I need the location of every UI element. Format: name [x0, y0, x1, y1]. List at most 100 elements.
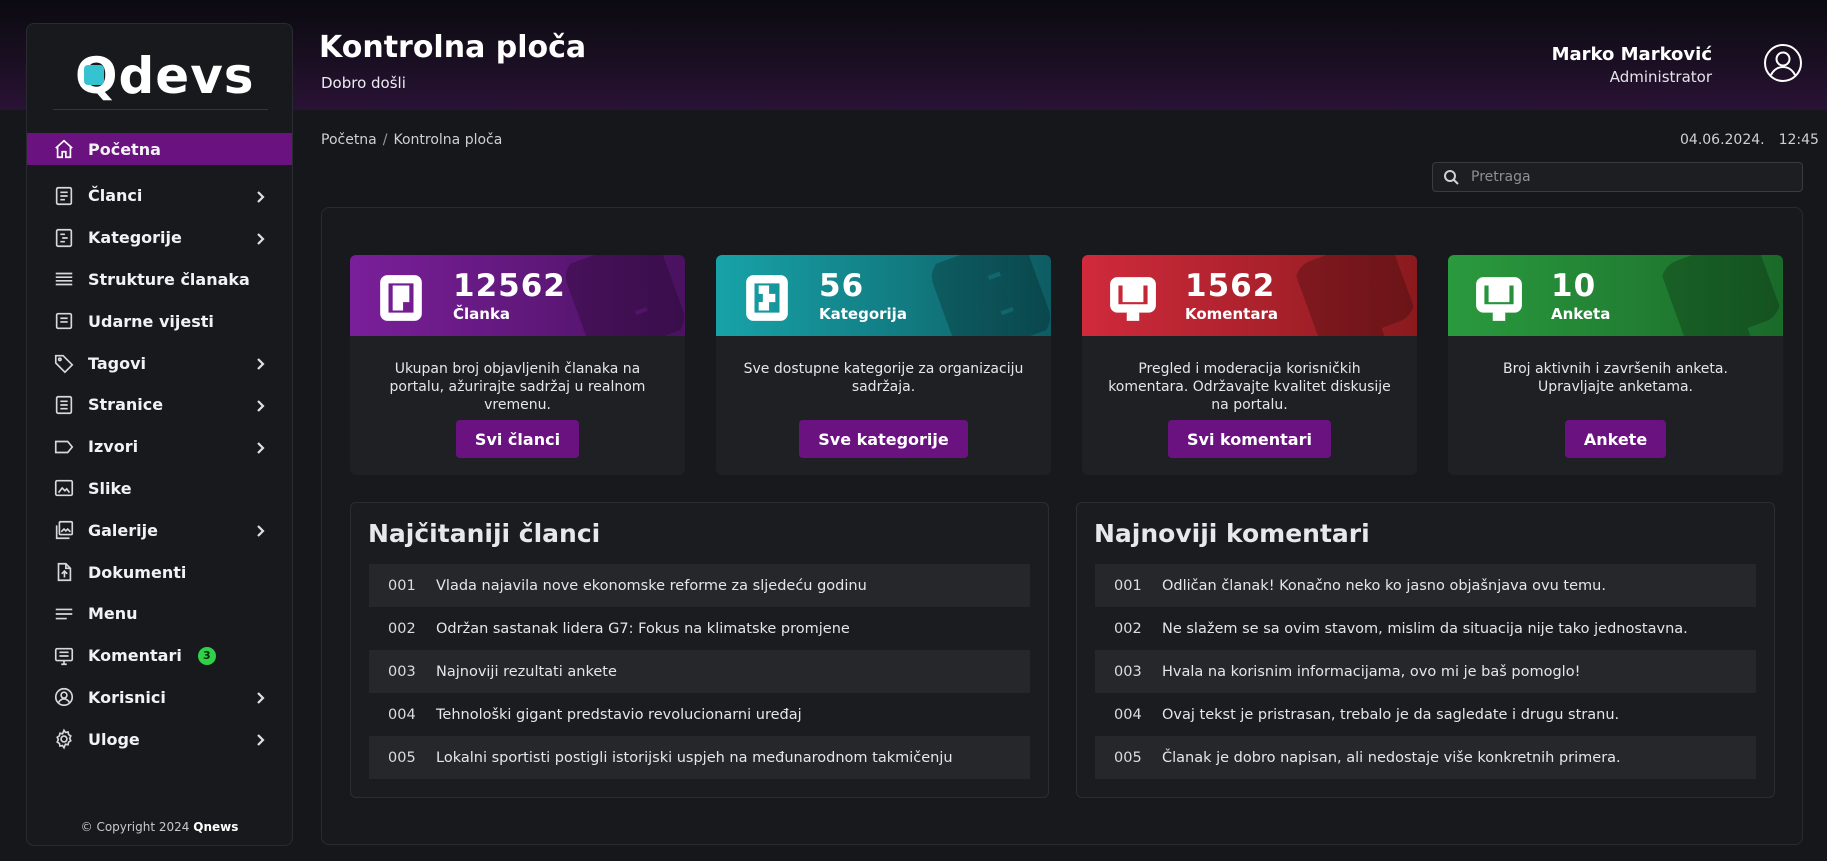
sidebar-item-label: Udarne vijesti [88, 311, 214, 331]
list-item-number: 003 [1114, 663, 1142, 680]
comment-icon [1293, 255, 1417, 336]
latest-comments-title: Najnoviji komentari [1094, 519, 1370, 548]
breadcrumb-separator: / [382, 132, 388, 148]
latest-comments: Najnoviji komentari 001 Odličan članak! K… [1076, 502, 1775, 798]
stat-card-button-comments[interactable]: Svi komentari [1168, 420, 1331, 458]
breadcrumb-home[interactable]: Početna [321, 132, 377, 148]
stat-card-articles: 12562 Članka Ukupan broj objavljenih člana… [350, 255, 685, 475]
sidebar-item-menu[interactable]: Menu [27, 593, 292, 635]
news-icon [52, 309, 76, 333]
article-icon [376, 273, 426, 323]
stat-card-header: 12562 Članka [350, 255, 685, 336]
chevron-right-icon [253, 523, 267, 538]
stat-card-button-categories[interactable]: Sve kategorije [799, 420, 968, 458]
list-item[interactable]: 005 Lokalni sportisti postigli istorijski… [369, 736, 1030, 779]
gallery-icon [52, 518, 76, 542]
search-input[interactable] [1471, 169, 1771, 185]
latest-comments-list: 001 Odličan članak! Konačno neko ko jasno… [1095, 564, 1756, 779]
sidebar-item-label: Galerije [88, 520, 158, 540]
article-icon [52, 184, 76, 208]
sidebar-item-slike[interactable]: Slike [27, 468, 292, 510]
chevron-right-icon [253, 398, 267, 412]
sidebar-item-pocetna[interactable]: Početna [27, 133, 292, 165]
stat-card-description: Pregled i moderacija korisničkih komenta… [1108, 361, 1391, 413]
list-item-number: 002 [1114, 620, 1142, 637]
comment-icon [52, 644, 76, 668]
stat-card-number: 12562 [453, 268, 566, 304]
sidebar-item-korisnici[interactable]: Korisnici [27, 677, 292, 719]
list-item-text: Lokalni sportisti postigli istorijski us… [436, 749, 953, 766]
sidebar-item-label: Kategorije [88, 228, 182, 248]
stat-card-description: Ukupan broj objavljenih članaka na porta… [389, 361, 646, 413]
list-item[interactable]: 005 Članak je dobro napisan, ali nedostaj… [1095, 736, 1756, 779]
list-item[interactable]: 004 Tehnološki gigant predstavio revoluci… [369, 693, 1030, 736]
sidebar-item-komentari[interactable]: Komentari 3 [27, 635, 292, 677]
stat-card-number: 1562 [1185, 268, 1276, 304]
sidebar-item-label: Korisnici [88, 687, 166, 707]
list-item[interactable]: 001 Odličan članak! Konačno neko ko jasno… [1095, 564, 1756, 607]
article-icon [561, 255, 685, 336]
list-item[interactable]: 002 Ne slažem se sa ovim stavom, mislim d… [1095, 607, 1756, 650]
list-item-text: Tehnološki gigant predstavio revoluciona… [436, 706, 802, 723]
sidebar-item-galerije[interactable]: Galerije [27, 509, 292, 551]
stat-card-number: 10 [1551, 268, 1597, 304]
list-item-number: 005 [388, 749, 416, 766]
sidebar-item-label: Početna [88, 139, 161, 159]
sidebar-item-kategorije[interactable]: Kategorije [27, 217, 292, 259]
sidebar-item-label: Slike [88, 478, 132, 498]
menu-icon [52, 602, 76, 626]
stat-card-comments: 1562 Komentara Pregled i moderacija korisn… [1082, 255, 1417, 475]
list-item[interactable]: 002 Održan sastanak lidera G7: Fokus na k… [369, 607, 1030, 650]
popular-articles-list: 001 Vlada najavila nove ekonomske reforme… [369, 564, 1030, 779]
sidebar-item-clanci[interactable]: Članci [27, 175, 292, 217]
gear-icon [52, 727, 76, 751]
list-item-number: 004 [1114, 706, 1142, 723]
stat-card-button-articles[interactable]: Svi članci [455, 420, 580, 458]
stat-card-number: 56 [819, 268, 865, 304]
sidebar-item-label: Dokumenti [88, 562, 187, 582]
user-info[interactable]: Marko Marković Administrator [1552, 44, 1712, 86]
list-item[interactable]: 003 Najnoviji rezultati ankete [369, 650, 1030, 693]
datetime: 04.06.2024. 12:45 [1680, 132, 1819, 148]
sidebar-item-stranice[interactable]: Stranice [27, 384, 292, 426]
sidebar-item-uloge[interactable]: Uloge [27, 718, 292, 760]
chevron-right-icon [253, 732, 267, 747]
stat-card-button-polls[interactable]: Ankete [1564, 420, 1667, 458]
sidebar-item-label: Komentari [88, 646, 182, 666]
logo-divider [53, 109, 268, 110]
list-item-text: Ovaj tekst je pristrasan, trebalo je da … [1162, 706, 1620, 723]
stat-card-label: Kategorija [819, 305, 907, 323]
sidebar-item-strukture-clanaka[interactable]: Strukture članaka [27, 259, 292, 301]
tag-icon [52, 351, 76, 375]
comments-count-badge: 3 [197, 646, 216, 665]
list-item[interactable]: 003 Hvala na korisnim informacijama, ovo … [1095, 650, 1756, 693]
popular-articles: Najčitaniji članci 001 Vlada najavila nov… [350, 502, 1049, 798]
list-item-number: 001 [388, 577, 416, 594]
list-item-text: Članak je dobro napisan, ali nedostaje v… [1162, 749, 1621, 766]
list-item[interactable]: 004 Ovaj tekst je pristrasan, trebalo je … [1095, 693, 1756, 736]
document-icon [52, 560, 76, 584]
dashboard-panel: 12562 Članka Ukupan broj objavljenih člana… [321, 207, 1803, 845]
stat-card-categories: 56 Kategorija Sve dostupne kategorije za o… [716, 255, 1051, 475]
sidebar-item-label: Menu [88, 604, 138, 624]
sidebar-item-udarne-vijesti[interactable]: Udarne vijesti [27, 300, 292, 342]
popular-articles-title: Najčitaniji članci [368, 519, 601, 548]
sidebar: Qdevs Početna Članci Kategorije Strukture č… [26, 23, 293, 846]
current-time: 12:45 [1778, 132, 1819, 148]
brand-logo[interactable]: Qdevs [75, 48, 254, 104]
list-item[interactable]: 001 Vlada najavila nove ekonomske reforme… [369, 564, 1030, 607]
comment-icon [1108, 273, 1158, 323]
sidebar-item-label: Članci [88, 186, 143, 206]
category-icon [927, 255, 1051, 336]
sidebar-nav: Početna Članci Kategorije Strukture članaka… [27, 133, 292, 760]
list-item-number: 005 [1114, 749, 1142, 766]
category-icon [742, 273, 792, 323]
sidebar-item-dokumenti[interactable]: Dokumenti [27, 551, 292, 593]
search-icon [1444, 170, 1459, 185]
sidebar-item-tagovi[interactable]: Tagovi [27, 342, 292, 384]
sidebar-item-izvori[interactable]: Izvori [27, 426, 292, 468]
search-box[interactable] [1432, 162, 1803, 192]
avatar-icon[interactable] [1763, 43, 1803, 83]
list-item-text: Održan sastanak lidera G7: Fokus na klim… [436, 620, 850, 637]
list-item-text: Ne slažem se sa ovim stavom, mislim da s… [1162, 620, 1688, 637]
